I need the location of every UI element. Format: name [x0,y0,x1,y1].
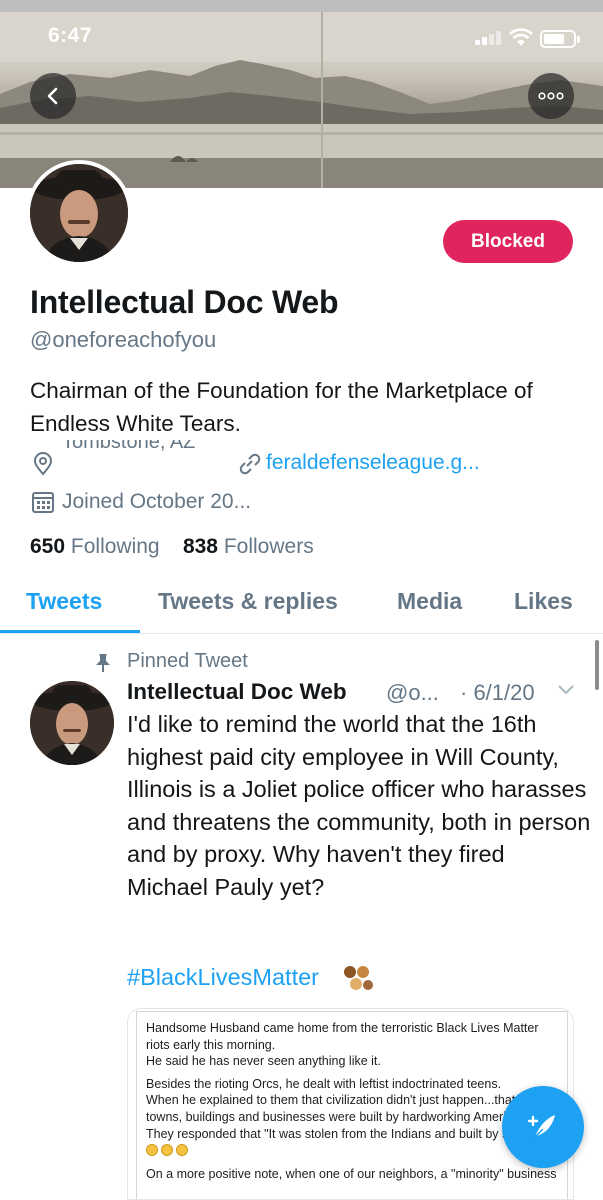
location-pin-icon [33,452,53,476]
profile-bio: Chairman of the Foundation for the Marke… [30,378,533,436]
tweet-hashtag-link[interactable]: #BlackLivesMatter [127,964,319,991]
tab-likes[interactable]: Likes [514,588,573,615]
followers-label: Followers [223,535,314,558]
more-options-icon [538,92,564,100]
back-arrow-icon [47,87,58,105]
signal-icon [475,31,503,45]
scrollbar[interactable] [595,640,599,690]
chevron-down-icon[interactable] [557,683,575,695]
profile-tabs: Tweets Tweets & replies Media Likes [0,580,603,634]
following-count: 650 [30,535,66,558]
tweet-author-avatar[interactable] [30,681,114,765]
battery-icon [540,30,580,48]
profile-website-link[interactable]: feraldefenseleague.g... [266,451,480,475]
following-label: Following [70,535,160,558]
link-icon [239,453,261,475]
raised-fist-emoji-icon [344,966,373,990]
more-options-button[interactable] [528,73,574,119]
active-tab-indicator [0,630,140,633]
media-text-line: Handsome Husband came home from the terr… [146,1021,539,1069]
profile-handle: @oneforeachofyou [30,327,217,352]
profile-location: Tombstone, AZ [62,440,196,453]
tab-tweets-and-replies[interactable]: Tweets & replies [158,588,338,615]
tab-media[interactable]: Media [397,588,462,615]
media-text-line: Besides the rioting Orcs, he dealt with … [146,1076,516,1141]
wifi-icon [509,28,533,46]
tweet-date[interactable]: · 6/1/20 [460,680,535,706]
tweet-author-handle: @o... [386,680,439,705]
compose-tweet-button[interactable] [502,1086,584,1168]
tab-tweets[interactable]: Tweets [26,588,102,615]
profile-joined-date: Joined October 20... [62,490,252,513]
following-stat[interactable]: 650 Following [30,535,160,558]
pinned-tweet-label: Pinned Tweet [127,650,248,672]
followers-count: 838 [182,535,218,558]
profile-display-name: Intellectual Doc Web [30,284,339,320]
top-strip [0,0,603,12]
tweet-media-image[interactable]: Handsome Husband came home from the terr… [127,1008,574,1200]
tweet-author-name[interactable]: Intellectual Doc Web [127,679,347,705]
laughing-emoji-icon [146,1144,558,1160]
calendar-icon [32,492,54,513]
media-screenshot-content: Handsome Husband came home from the terr… [136,1011,568,1199]
profile-avatar[interactable] [26,160,132,266]
pin-icon [96,654,110,672]
back-button[interactable] [30,73,76,119]
status-time: 6:47 [48,24,93,47]
status-bar: 6:47 [0,12,603,60]
blocked-button[interactable]: Blocked [443,220,573,263]
compose-tweet-icon [527,1115,555,1138]
profile-stats: 650 Following 838 Followers [30,535,314,559]
tweet-text: I'd like to remind the world that the 16… [127,711,591,900]
followers-stat[interactable]: 838 Followers [183,535,314,558]
media-text-line: On a more positive note, when one of our… [146,1167,557,1182]
